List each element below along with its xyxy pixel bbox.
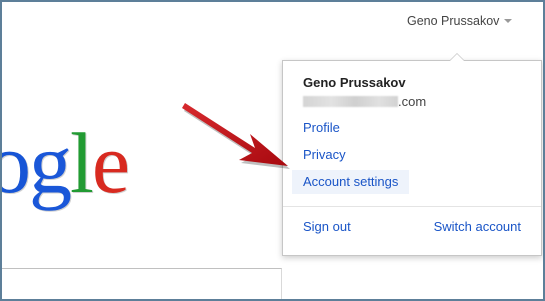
menu-user-email: .com	[303, 94, 426, 109]
red-arrow-shape	[184, 106, 290, 169]
privacy-link[interactable]: Privacy	[292, 143, 357, 167]
search-input[interactable]	[2, 268, 282, 299]
account-menu: Geno Prussakov .com Profile Privacy Acco…	[282, 53, 542, 256]
account-name: Geno Prussakov	[407, 14, 500, 28]
logo-letter-g: g	[29, 115, 72, 211]
profile-link[interactable]: Profile	[292, 116, 351, 140]
screenshot-frame: Geno Prussakov ogle Geno Prussakov .com …	[0, 0, 545, 301]
account-switcher[interactable]: Geno Prussakov	[407, 14, 513, 28]
google-logo: ogle	[2, 115, 130, 211]
caret-down-icon	[504, 18, 513, 23]
email-suffix: .com	[398, 94, 427, 109]
red-arrow-body	[182, 103, 288, 166]
logo-letter-o: o	[2, 120, 31, 206]
email-redaction	[303, 96, 398, 107]
switch-account-link[interactable]: Switch account	[434, 219, 521, 234]
menu-divider	[283, 206, 541, 207]
logo-letter-l: l	[70, 115, 94, 211]
menu-user-name: Geno Prussakov	[303, 75, 406, 90]
menu-notch	[449, 53, 465, 61]
account-settings-link[interactable]: Account settings	[292, 170, 410, 194]
sign-out-link[interactable]: Sign out	[303, 219, 351, 234]
logo-letter-e: e	[91, 115, 130, 211]
